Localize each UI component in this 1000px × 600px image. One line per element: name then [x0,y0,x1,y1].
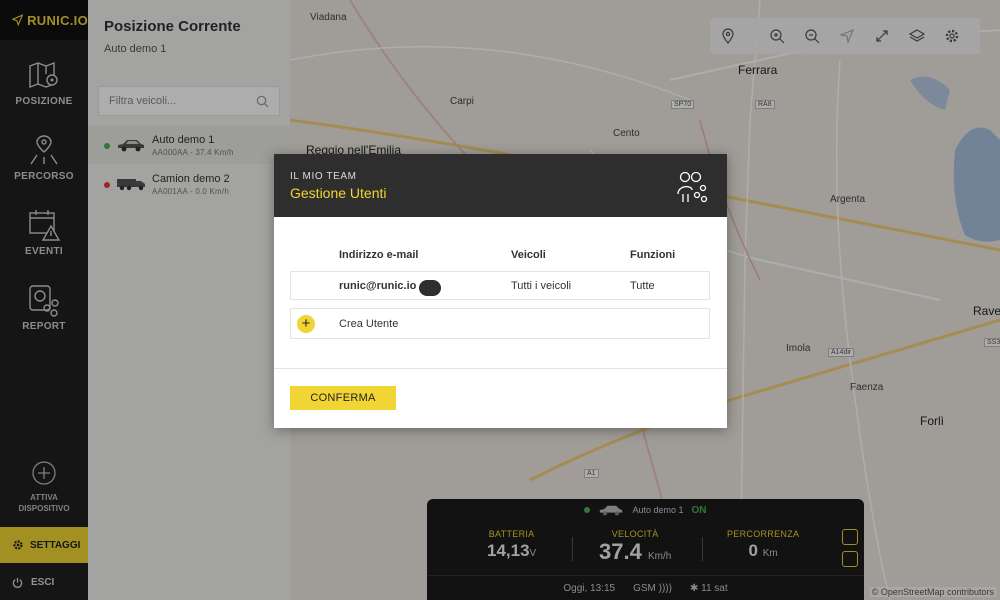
create-user-label: Crea Utente [339,318,399,330]
you-badge: Tu [419,280,442,296]
user-functions: Tutte [630,280,655,292]
user-management-modal: IL MIO TEAM Gestione Utenti Indirizzo e-… [274,154,727,428]
modal-header: IL MIO TEAM Gestione Utenti [274,154,727,217]
user-email: runic@runic.io [339,280,417,292]
column-header-email: Indirizzo e-mail [339,249,419,261]
column-header-functions: Funzioni [630,249,676,261]
modal-title: Gestione Utenti [290,185,387,201]
user-row[interactable]: runic@runic.io Tu Tutti i veicoli Tutte [290,271,710,300]
team-icon [677,171,708,203]
modal-kicker: IL MIO TEAM [290,171,357,182]
divider [274,368,727,369]
create-user-button[interactable]: + Crea Utente [290,308,710,339]
user-vehicles: Tutti i veicoli [511,280,572,292]
column-header-vehicles: Veicoli [511,249,546,261]
confirm-button[interactable]: CONFERMA [290,386,396,410]
plus-icon: + [297,315,315,333]
